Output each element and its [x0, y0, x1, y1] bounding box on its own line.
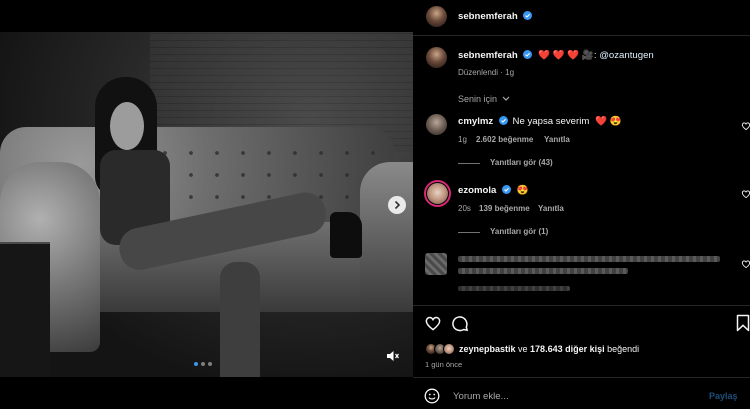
like-comment-heart-icon[interactable] — [741, 189, 750, 199]
blurred-comment-text — [458, 268, 628, 274]
likes-suffix: beğendi — [604, 344, 640, 354]
like-comment-heart-icon[interactable] — [741, 259, 750, 269]
comment-emoji: 😍 — [609, 116, 622, 127]
edited-time: 1g — [505, 68, 515, 77]
post-media — [0, 0, 413, 409]
input-divider — [413, 377, 750, 378]
blurred-comment-text — [458, 256, 720, 262]
caption-author-avatar[interactable] — [426, 47, 447, 68]
author-username-row[interactable]: sebnemferah — [458, 11, 533, 22]
comment-emoji: ❤️ — [595, 116, 607, 127]
actions-divider — [413, 305, 750, 306]
post-comment-button[interactable]: Paylaş — [709, 391, 738, 401]
post-time: 1 gün önce — [425, 360, 463, 369]
caption-meta: Düzenlendi · 1g — [458, 68, 514, 77]
carousel-indicator — [194, 362, 212, 366]
carousel-dot — [201, 362, 205, 366]
post-header: sebnemferah — [413, 0, 750, 36]
carousel-dot-active — [194, 362, 198, 366]
comment-avatar[interactable] — [426, 114, 447, 135]
caption-mention-link[interactable]: : @ozantugen — [594, 50, 654, 61]
post-photo — [0, 32, 413, 377]
save-bookmark-icon[interactable] — [734, 314, 750, 332]
carousel-dot — [208, 362, 212, 366]
chevron-right-icon — [394, 200, 401, 210]
view-replies-line — [458, 163, 480, 164]
emoji-smiley-icon[interactable] — [424, 388, 440, 404]
comment-emoji: 😍 — [516, 185, 529, 196]
caption-author-username[interactable]: sebnemferah — [458, 50, 518, 61]
comment-bubble-icon[interactable] — [451, 314, 469, 332]
photo-person-leg — [220, 262, 260, 377]
next-slide-button[interactable] — [388, 196, 406, 214]
photo-boot — [330, 212, 362, 258]
comment-row: ezomola 😍 — [458, 185, 529, 196]
mute-icon[interactable] — [386, 350, 400, 362]
comment-time: 20s — [458, 204, 471, 213]
verified-badge-icon — [502, 185, 512, 194]
caption-hearts: ❤️ ❤️ ❤️ — [538, 50, 580, 61]
author-username[interactable]: sebnemferah — [458, 11, 518, 22]
photo-sofa-arm-right — [360, 162, 413, 312]
likes-connector: ve — [515, 344, 531, 354]
comment-username[interactable]: ezomola — [458, 185, 496, 196]
caption-camera-emoji: 🎥 — [581, 50, 594, 61]
reply-button[interactable]: Yanıtla — [538, 204, 564, 213]
reply-button[interactable]: Yanıtla — [544, 135, 570, 144]
instagram-post-modal: sebnemferah sebnemferah ❤️ ❤️ ❤️ 🎥: @oza… — [0, 0, 750, 409]
author-avatar[interactable] — [426, 6, 447, 27]
view-replies-line — [458, 232, 480, 233]
view-replies-button[interactable]: Yanıtları gör (43) — [490, 158, 553, 167]
photo-person-face — [110, 102, 144, 150]
photo-side-table — [0, 242, 50, 377]
edited-separator: · — [500, 68, 503, 77]
verified-badge-icon — [523, 11, 533, 20]
verified-badge-icon — [498, 116, 508, 125]
comment-row: cmylmz Ne yapsa severim ❤️ 😍 — [458, 116, 622, 127]
caption-row: sebnemferah ❤️ ❤️ ❤️ 🎥: @ozantugen — [458, 50, 654, 61]
comment-avatar[interactable] — [427, 183, 448, 204]
like-heart-icon[interactable] — [424, 314, 442, 332]
likes-count[interactable]: 178.643 diğer kişi — [530, 344, 605, 354]
comment-likes[interactable]: 139 beğenme — [479, 204, 530, 213]
like-comment-heart-icon[interactable] — [741, 121, 750, 131]
liker-username[interactable]: zeynepbastik — [459, 344, 516, 354]
comment-text: Ne yapsa severim — [512, 116, 590, 127]
comment-username[interactable]: cmylmz — [458, 116, 493, 127]
edited-label: Düzenlendi — [458, 68, 499, 77]
comment-time: 1g — [458, 135, 467, 144]
comment-likes[interactable]: 2.602 beğenme — [476, 135, 533, 144]
post-details-panel: sebnemferah sebnemferah ❤️ ❤️ ❤️ 🎥: @oza… — [413, 0, 750, 409]
likes-summary: zeynepbastik ve 178.643 diğer kişi beğen… — [459, 344, 639, 354]
view-replies-button[interactable]: Yanıtları gör (1) — [490, 227, 548, 236]
blurred-comment-avatar — [425, 253, 447, 275]
sort-dropdown-label: Senin için — [458, 94, 498, 104]
liker-avatar — [443, 343, 455, 355]
verified-badge-icon — [523, 50, 533, 59]
comment-input[interactable]: Yorum ekle... — [453, 391, 509, 402]
blurred-comment-meta — [458, 286, 570, 291]
sort-dropdown[interactable]: Senin için — [458, 94, 510, 104]
chevron-down-icon — [502, 96, 509, 101]
